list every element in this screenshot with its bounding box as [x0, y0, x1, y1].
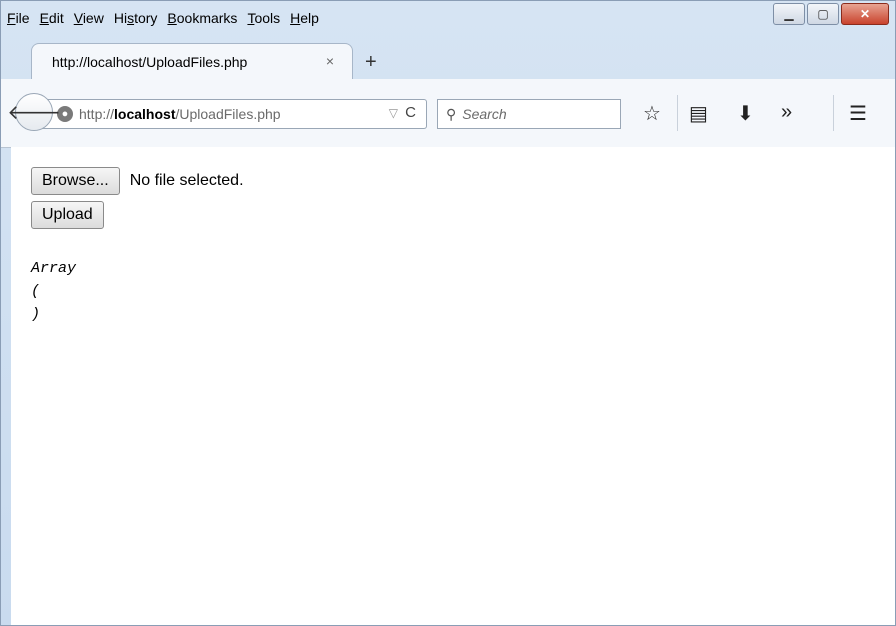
url-path: /UploadFiles.php — [175, 106, 281, 122]
window-controls: ▁ ▢ ✕ — [773, 3, 889, 25]
new-tab-button[interactable]: + — [365, 51, 377, 74]
menu-item[interactable]: Bookmarks — [167, 10, 237, 26]
menu-item[interactable]: History — [114, 10, 158, 26]
menu-item[interactable]: Edit — [40, 10, 64, 26]
tab-strip: http://localhost/UploadFiles.php × + — [1, 35, 895, 79]
toolbar-separator — [833, 95, 834, 131]
menu-item[interactable]: Tools — [247, 10, 280, 26]
menu-item[interactable]: File — [7, 10, 30, 26]
tab-uploadfiles[interactable]: http://localhost/UploadFiles.php × — [31, 43, 353, 79]
browse-button[interactable]: Browse... — [31, 167, 120, 195]
menu-item[interactable]: Help — [290, 10, 319, 26]
menu-accelerator: E — [39, 10, 49, 26]
search-input[interactable]: ⚲ Search — [437, 99, 621, 129]
menu-accelerator: V — [73, 10, 83, 26]
browser-window: File Edit View History Bookmarks Tools Help ▁ … — [0, 0, 896, 626]
menu-label-part: ookmarks — [176, 10, 238, 26]
menu-label-part: elp — [300, 10, 319, 26]
minimize-icon: ▁ — [784, 7, 794, 21]
php-output: Array ( ) — [31, 260, 77, 323]
menu-label-part: Hi — [113, 10, 128, 26]
hamburger-menu-icon[interactable]: ☰ — [849, 101, 867, 126]
file-status: No file selected. — [129, 172, 244, 189]
menu-accelerator: F — [7, 10, 16, 26]
minimize-button[interactable]: ▁ — [773, 3, 805, 25]
upload-button[interactable]: Upload — [31, 201, 104, 229]
menu-accelerator: s — [127, 10, 135, 26]
file-input: Browse... No file selected. — [31, 167, 244, 195]
overflow-chevron-icon[interactable]: » — [781, 101, 792, 124]
page-content: Browse... No file selected. Upload Array… — [11, 147, 895, 625]
maximize-button[interactable]: ▢ — [807, 3, 839, 25]
download-icon[interactable]: ⬇ — [737, 101, 754, 126]
close-icon: ✕ — [859, 7, 871, 21]
address-bar[interactable]: ● http://localhost/UploadFiles.php ▽ C — [35, 99, 427, 129]
tab-title: http://localhost/UploadFiles.php — [52, 53, 248, 70]
url-scheme: http:// — [79, 106, 115, 122]
bookmark-star-icon[interactable]: ☆ — [643, 101, 661, 126]
back-button[interactable]: 🡐 — [7, 93, 61, 131]
menu-label-part: tory — [134, 10, 158, 26]
url-text: http://localhost/UploadFiles.php — [79, 106, 281, 122]
menu-label-part: ools — [254, 10, 281, 26]
back-arrow-icon: 🡐 — [7, 101, 61, 124]
url-dropdown-icon[interactable]: ▽ — [389, 106, 398, 120]
menu-accelerator: H — [290, 10, 301, 26]
menu-item[interactable]: View — [74, 10, 104, 26]
close-button[interactable]: ✕ — [841, 3, 889, 25]
menu-label-part: ile — [15, 10, 30, 26]
reload-icon[interactable]: C — [405, 104, 416, 121]
maximize-icon: ▢ — [817, 7, 829, 21]
menu-bar: File Edit View History Bookmarks Tools Help — [1, 1, 467, 35]
search-placeholder: Search — [462, 106, 507, 122]
menu-accelerator: B — [167, 10, 177, 26]
menu-label-part: iew — [82, 10, 104, 26]
search-icon: ⚲ — [446, 105, 457, 122]
menu-label-part: dit — [48, 10, 64, 26]
toolbar-separator — [677, 95, 678, 131]
url-host: localhost — [114, 106, 176, 122]
reading-list-icon[interactable]: ▤ — [689, 101, 708, 126]
navigation-toolbar: ● http://localhost/UploadFiles.php ▽ C 🡐… — [1, 79, 895, 148]
tab-close-icon[interactable]: × — [326, 53, 334, 69]
